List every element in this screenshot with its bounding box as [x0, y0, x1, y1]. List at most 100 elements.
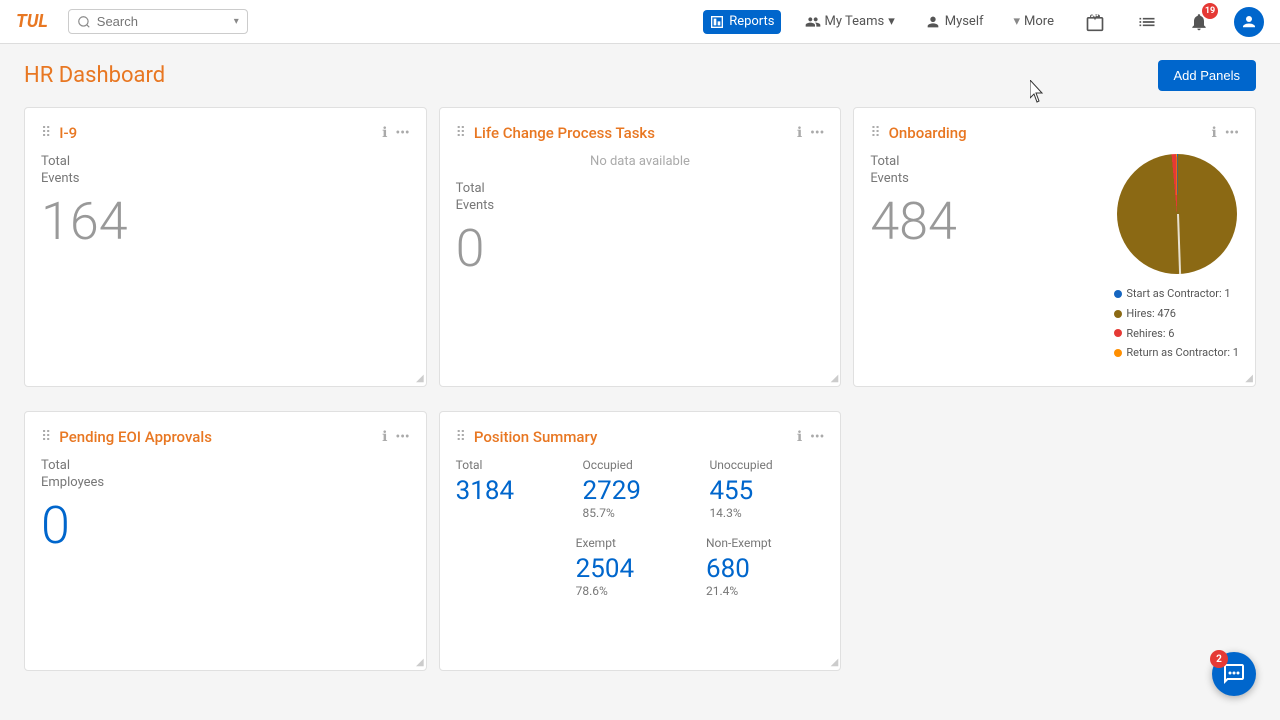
life-change-more-icon[interactable]: ••• [810, 125, 824, 141]
i9-more-icon[interactable]: ••• [395, 125, 409, 141]
reports-nav-item[interactable]: Reports [703, 10, 780, 34]
onboarding-panel-header: ⠿ Onboarding ℹ ••• [870, 124, 1239, 142]
position-summary-more-icon[interactable]: ••• [810, 429, 824, 445]
myself-label: Myself [945, 14, 984, 29]
pie-legend: Start as Contractor: 1 Hires: 476 Rehire… [1114, 284, 1239, 363]
i9-resize-handle[interactable]: ◢ [416, 373, 424, 384]
onboarding-right: Start as Contractor: 1 Hires: 476 Rehire… [1114, 154, 1239, 363]
legend-dot-return-contractor [1114, 349, 1122, 357]
position-unoccupied-col: Unoccupied 455 14.3% [709, 458, 824, 520]
dashboard-bottom-grid: ⠿ Pending EOI Approvals ℹ ••• Total Empl… [24, 411, 1256, 671]
gift-icon [1085, 12, 1105, 32]
legend-label-return-contractor: Return as Contractor: 1 [1126, 343, 1239, 363]
more-chevron-icon: ▾ [1014, 14, 1021, 29]
i9-panel-title: I-9 [59, 124, 374, 142]
position-bottom-row: Exempt 2504 78.6% Non-Exempt 680 21.4% [456, 536, 825, 598]
position-top-row: Total 3184 Occupied 2729 85.7% Unoccupie… [456, 458, 825, 520]
chat-bubble-badge: 2 [1210, 650, 1228, 668]
legend-item-contractor: Start as Contractor: 1 [1114, 284, 1239, 304]
onboarding-more-icon[interactable]: ••• [1225, 125, 1239, 141]
life-change-total-label: Total Events [456, 181, 825, 215]
gift-icon-btn[interactable] [1078, 5, 1112, 39]
position-exempt-col: Exempt 2504 78.6% [576, 536, 694, 598]
life-change-drag-icon[interactable]: ⠿ [456, 126, 466, 140]
legend-item-return-contractor: Return as Contractor: 1 [1114, 343, 1239, 363]
legend-label-contractor: Start as Contractor: 1 [1126, 284, 1230, 304]
i9-stat-value: 164 [41, 196, 410, 248]
position-summary-drag-icon[interactable]: ⠿ [456, 430, 466, 444]
pending-eoi-drag-icon[interactable]: ⠿ [41, 430, 51, 444]
empty-panel-slot [853, 411, 1256, 671]
life-change-resize-handle[interactable]: ◢ [831, 373, 839, 384]
life-change-panel: ⠿ Life Change Process Tasks ℹ ••• No dat… [439, 107, 842, 387]
legend-label-hires: Hires: 476 [1126, 304, 1176, 324]
list-icon-btn[interactable] [1130, 5, 1164, 39]
legend-dot-rehires [1114, 329, 1122, 337]
position-total-label: Total [456, 458, 571, 472]
position-exempt-value: 2504 [576, 554, 694, 584]
notifications-btn[interactable]: 19 [1182, 5, 1216, 39]
life-change-no-data: No data available [456, 154, 825, 169]
position-summary-resize-handle[interactable]: ◢ [831, 657, 839, 668]
position-unoccupied-value: 455 [709, 476, 824, 506]
position-summary-panel-title: Position Summary [474, 428, 789, 446]
life-change-stat-value: 0 [456, 223, 825, 275]
onboarding-drag-icon[interactable]: ⠿ [870, 126, 880, 140]
onboarding-panel-title: Onboarding [889, 124, 1204, 142]
position-non-exempt-value: 680 [706, 554, 824, 584]
user-avatar[interactable] [1234, 7, 1264, 37]
position-summary-panel-header: ⠿ Position Summary ℹ ••• [456, 428, 825, 446]
my-teams-chevron: ▾ [888, 14, 895, 29]
i9-info-icon[interactable]: ℹ [382, 125, 387, 141]
reports-icon [709, 14, 725, 30]
page-header: HR Dashboard Add Panels [24, 60, 1256, 91]
search-dropdown-icon[interactable]: ▾ [234, 16, 239, 27]
pending-eoi-resize-handle[interactable]: ◢ [416, 657, 424, 668]
search-icon [77, 15, 91, 29]
onboarding-total-label: Total Events [870, 154, 1102, 188]
i9-drag-icon[interactable]: ⠿ [41, 126, 51, 140]
pending-eoi-panel-title: Pending EOI Approvals [59, 428, 374, 446]
position-non-exempt-col: Non-Exempt 680 21.4% [706, 536, 824, 598]
pending-eoi-panel: ⠿ Pending EOI Approvals ℹ ••• Total Empl… [24, 411, 427, 671]
more-nav-item[interactable]: ▾ More [1008, 10, 1060, 33]
position-non-exempt-pct: 21.4% [706, 584, 824, 598]
more-label: More [1024, 14, 1054, 29]
pending-eoi-stat-value: 0 [41, 500, 410, 552]
my-teams-icon [805, 14, 821, 30]
reports-label: Reports [729, 14, 774, 29]
my-teams-label: My Teams [825, 14, 885, 29]
legend-dot-hires [1114, 310, 1122, 318]
onboarding-panel: ⠿ Onboarding ℹ ••• Total Events 484 [853, 107, 1256, 387]
chat-bubble-button[interactable]: 2 [1212, 652, 1256, 696]
position-occupied-value: 2729 [583, 476, 698, 506]
position-summary-info-icon[interactable]: ℹ [797, 429, 802, 445]
onboarding-info-icon[interactable]: ℹ [1211, 125, 1216, 141]
add-panels-button[interactable]: Add Panels [1158, 60, 1257, 91]
pending-eoi-panel-header: ⠿ Pending EOI Approvals ℹ ••• [41, 428, 410, 446]
search-bar[interactable]: ▾ [68, 9, 248, 34]
onboarding-content: Total Events 484 [870, 154, 1239, 363]
life-change-panel-title: Life Change Process Tasks [474, 124, 789, 142]
life-change-info-icon[interactable]: ℹ [797, 125, 802, 141]
position-exempt-label: Exempt [576, 536, 694, 550]
onboarding-left: Total Events 484 [870, 154, 1102, 248]
i9-panel: ⠿ I-9 ℹ ••• Total Events 164 ◢ [24, 107, 427, 387]
chat-icon [1222, 662, 1246, 686]
onboarding-resize-handle[interactable]: ◢ [1245, 373, 1253, 384]
i9-total-label: Total Events [41, 154, 410, 188]
position-total-col: Total 3184 [456, 458, 571, 520]
pending-eoi-more-icon[interactable]: ••• [395, 429, 409, 445]
search-input[interactable] [97, 14, 228, 29]
legend-item-rehires: Rehires: 6 [1114, 324, 1239, 344]
pending-eoi-total-label: Total Employees [41, 458, 410, 492]
i9-panel-header: ⠿ I-9 ℹ ••• [41, 124, 410, 142]
onboarding-pie-chart [1117, 154, 1237, 274]
myself-nav-item[interactable]: Myself [919, 10, 990, 34]
app-logo: TUL [16, 11, 48, 32]
position-occupied-label: Occupied [583, 458, 698, 472]
legend-item-hires: Hires: 476 [1114, 304, 1239, 324]
my-teams-nav-item[interactable]: My Teams ▾ [799, 10, 901, 34]
pending-eoi-info-icon[interactable]: ℹ [382, 429, 387, 445]
position-occupied-col: Occupied 2729 85.7% [583, 458, 698, 520]
